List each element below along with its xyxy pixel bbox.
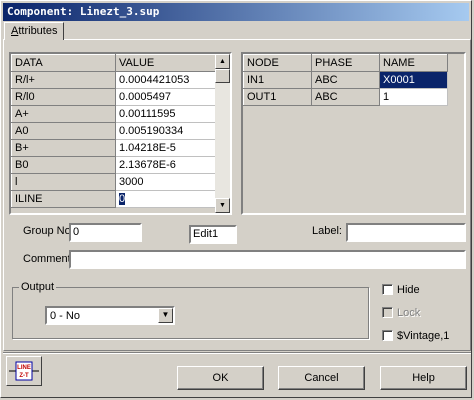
table-row[interactable]: A+ 0.00111595 (11, 105, 216, 123)
chevron-down-icon[interactable]: ▼ (158, 308, 173, 323)
table-row[interactable]: B+ 1.04218E-5 (11, 139, 216, 157)
vintage-checkbox[interactable] (382, 330, 393, 341)
data-cell: A+ (11, 105, 116, 123)
hide-checkbox-label: Hide (397, 284, 420, 296)
table-row[interactable]: ILINE 0 (11, 190, 216, 208)
value-cell-selected-text: 0 (119, 193, 126, 205)
column-header-name[interactable]: NAME (379, 54, 448, 72)
lock-checkbox[interactable] (382, 307, 393, 318)
node-grid[interactable]: NODE PHASE NAME IN1 ABC X0001 OUT1 ABC 1 (241, 52, 466, 215)
table-row[interactable]: IN1 ABC X0001 (243, 71, 448, 89)
table-row[interactable]: R/l0 0.0005497 (11, 88, 216, 106)
output-selected-value: 0 - No (50, 310, 80, 322)
data-cell: ILINE (11, 190, 116, 208)
name-cell[interactable]: 1 (379, 88, 448, 106)
label-field-label: Label: (312, 225, 342, 237)
node-cell: IN1 (243, 71, 312, 89)
data-cell: B+ (11, 139, 116, 157)
separator (3, 352, 471, 354)
help-button[interactable]: Help (380, 366, 467, 390)
data-cell: R/l0 (11, 88, 116, 106)
output-select[interactable]: 0 - No ▼ (45, 306, 175, 325)
table-row[interactable]: B0 2.13678E-6 (11, 156, 216, 174)
ok-button[interactable]: OK (177, 366, 264, 390)
value-cell[interactable]: 0.005190334 (115, 122, 216, 140)
phase-cell: ABC (311, 88, 380, 106)
hide-checkbox[interactable] (382, 284, 393, 295)
table-row[interactable]: A0 0.005190334 (11, 122, 216, 140)
value-cell[interactable]: 0.00111595 (115, 105, 216, 123)
line-component-icon: LINE Z-T (9, 361, 39, 381)
lock-checkbox-label: Lock (397, 307, 421, 319)
window-title: Component: Linezt_3.sup (3, 3, 469, 21)
column-header-phase[interactable]: PHASE (311, 54, 380, 72)
table-row[interactable]: R/l+ 0.0004421053 (11, 71, 216, 89)
component-preview: LINE Z-T (6, 356, 42, 386)
data-value-table: DATA VALUE R/l+ 0.0004421053 R/l0 0.000549… (11, 54, 216, 208)
scroll-up-icon[interactable]: ▲ (215, 54, 230, 69)
value-cell-editing[interactable]: 0 (115, 190, 216, 208)
name-cell-selected[interactable]: X0001 (379, 71, 448, 89)
icon-text-bottom: Z-T (19, 373, 29, 379)
tab-attributes-label: ttributes (18, 25, 58, 37)
node-cell: OUT1 (243, 88, 312, 106)
value-cell[interactable]: 2.13678E-6 (115, 156, 216, 174)
data-cell: l (11, 173, 116, 191)
column-header-data[interactable]: DATA (11, 54, 116, 72)
comment-label: Comment: (23, 253, 74, 265)
group-no-label: Group No: (23, 223, 74, 239)
icon-text-top: LINE (17, 365, 31, 371)
scroll-down-icon[interactable]: ▼ (215, 198, 230, 213)
phase-cell: ABC (311, 71, 380, 89)
value-cell[interactable]: 0.0005497 (115, 88, 216, 106)
column-header-node[interactable]: NODE (243, 54, 312, 72)
group-no-label-text: Group No: (23, 225, 74, 237)
table-row[interactable]: l 3000 (11, 173, 216, 191)
node-table: NODE PHASE NAME IN1 ABC X0001 OUT1 ABC 1 (243, 54, 448, 106)
scroll-thumb[interactable] (215, 69, 230, 83)
vintage-checkbox-label: $Vintage,1 (397, 330, 450, 342)
tab-attributes[interactable]: Attributes (4, 22, 64, 40)
table-row[interactable]: OUT1 ABC 1 (243, 88, 448, 106)
component-dialog: Component: Linezt_3.sup Attributes DATA … (0, 0, 472, 398)
value-cell[interactable]: 0.0004421053 (115, 71, 216, 89)
column-header-value[interactable]: VALUE (115, 54, 216, 72)
comment-input[interactable] (69, 250, 466, 269)
label-input[interactable] (346, 223, 466, 242)
output-group-label: Output (19, 280, 57, 294)
data-cell: R/l+ (11, 71, 116, 89)
cancel-button[interactable]: Cancel (278, 366, 365, 390)
data-cell: A0 (11, 122, 116, 140)
data-cell: B0 (11, 156, 116, 174)
data-value-grid[interactable]: DATA VALUE R/l+ 0.0004421053 R/l0 0.000549… (9, 52, 232, 215)
value-cell[interactable]: 3000 (115, 173, 216, 191)
value-cell[interactable]: 1.04218E-5 (115, 139, 216, 157)
group-no-input[interactable]: 0 (69, 223, 142, 242)
edit1-input[interactable]: Edit1 (189, 225, 237, 244)
vertical-scrollbar[interactable]: ▲ ▼ (215, 54, 230, 213)
